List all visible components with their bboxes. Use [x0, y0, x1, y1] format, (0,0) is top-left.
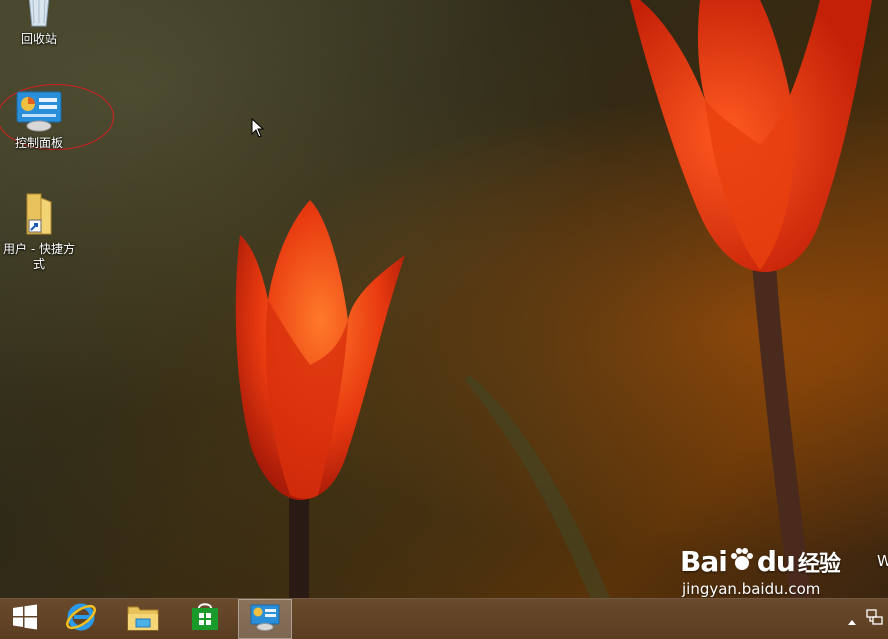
desktop-icon-label: 控制面板	[14, 136, 63, 150]
recycle-bin-icon	[0, 0, 78, 32]
show-hidden-icons-arrow-icon[interactable]	[848, 610, 856, 629]
user-folder-shortcut-icon	[0, 190, 78, 242]
store-icon	[190, 602, 220, 636]
tulip-wallpaper-art	[235, 0, 872, 598]
control-panel-icon	[249, 603, 281, 635]
desktop-icon-user-shortcut[interactable]: 用户 - 快捷方式	[0, 190, 78, 272]
watermark-logo: Bai du 经验	[680, 545, 841, 580]
network-icon[interactable]	[866, 608, 884, 630]
baidu-paw-icon	[729, 547, 755, 580]
taskbar-control-panel-button[interactable]	[238, 599, 292, 639]
baidu-jingyan-watermark: Bai du 经验 jingyan.baidu.com	[680, 545, 841, 598]
watermark-url: jingyan.baidu.com	[682, 579, 821, 598]
folder-icon	[126, 602, 160, 636]
control-panel-icon	[0, 90, 78, 136]
system-tray	[848, 599, 884, 639]
taskbar-store-button[interactable]	[176, 599, 234, 639]
taskbar	[0, 598, 888, 639]
desktop-icon-recycle-bin[interactable]: 回收站	[0, 0, 78, 47]
desktop-icon-label: 用户 - 快捷方式	[3, 242, 75, 271]
start-button[interactable]	[0, 599, 50, 639]
taskbar-file-explorer-button[interactable]	[114, 599, 172, 639]
desktop-icon-control-panel[interactable]: 控制面板	[0, 90, 78, 151]
activation-watermark-edge-text: W	[877, 552, 888, 570]
desktop-icon-label: 回收站	[20, 32, 57, 46]
ie-icon	[64, 600, 98, 638]
taskbar-internet-explorer-button[interactable]	[52, 599, 110, 639]
desktop-wallpaper	[0, 0, 888, 598]
windows-logo-icon	[12, 604, 38, 634]
mouse-cursor-icon	[251, 117, 265, 142]
